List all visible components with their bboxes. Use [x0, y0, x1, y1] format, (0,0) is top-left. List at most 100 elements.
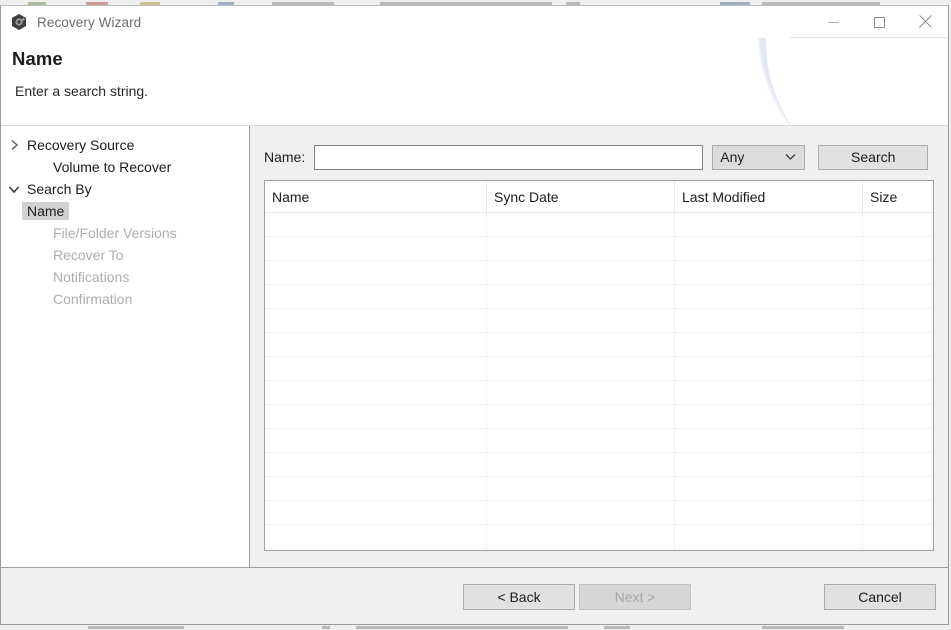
table-row[interactable]	[265, 381, 933, 405]
table-cell	[265, 357, 487, 380]
table-body[interactable]	[265, 213, 933, 549]
table-cell	[675, 381, 863, 404]
table-cell	[675, 477, 863, 500]
table-cell	[487, 525, 675, 548]
table-cell	[863, 213, 933, 236]
sidebar-item-file-folder-versions: File/Folder Versions	[1, 222, 249, 244]
table-cell	[675, 261, 863, 284]
close-icon[interactable]	[902, 6, 948, 38]
table-cell	[265, 405, 487, 428]
table-row[interactable]	[265, 525, 933, 549]
chevron-right-icon[interactable]	[1, 139, 27, 151]
table-cell	[675, 429, 863, 452]
table-row[interactable]	[265, 501, 933, 525]
table-cell	[487, 213, 675, 236]
wizard-body: Recovery SourceVolume to RecoverSearch B…	[1, 126, 948, 567]
table-cell	[487, 261, 675, 284]
table-row[interactable]	[265, 453, 933, 477]
table-row[interactable]	[265, 309, 933, 333]
table-cell	[675, 501, 863, 524]
table-cell	[265, 453, 487, 476]
table-cell	[675, 213, 863, 236]
table-cell	[487, 501, 675, 524]
table-cell	[265, 285, 487, 308]
table-cell	[487, 405, 675, 428]
table-cell	[863, 429, 933, 452]
table-row[interactable]	[265, 285, 933, 309]
recovery-wizard-window: Recovery Wizard Name Enter a search stri…	[0, 5, 949, 625]
sidebar-item-label: Confirmation	[27, 291, 132, 307]
table-cell	[675, 285, 863, 308]
table-row[interactable]	[265, 477, 933, 501]
table-cell	[863, 309, 933, 332]
sidebar-item-label: File/Folder Versions	[27, 225, 177, 241]
search-results-table[interactable]: NameSync DateLast ModifiedSize	[264, 180, 934, 551]
table-cell	[863, 453, 933, 476]
table-row[interactable]	[265, 429, 933, 453]
table-cell	[265, 237, 487, 260]
search-button[interactable]: Search	[818, 145, 928, 170]
sidebar-item-label: Notifications	[27, 269, 129, 285]
table-row[interactable]	[265, 213, 933, 237]
wizard-header: Name Enter a search string.	[1, 38, 948, 126]
table-cell	[863, 333, 933, 356]
table-cell	[487, 309, 675, 332]
window-title-bar[interactable]: Recovery Wizard	[1, 6, 948, 38]
table-cell	[265, 381, 487, 404]
sidebar-item-name[interactable]: Name	[1, 200, 249, 222]
table-cell	[863, 357, 933, 380]
sidebar-item-recovery-source[interactable]: Recovery Source	[1, 134, 249, 156]
table-row[interactable]	[265, 237, 933, 261]
table-row[interactable]	[265, 261, 933, 285]
search-filter-dropdown[interactable]: Any	[712, 145, 805, 170]
table-cell	[487, 453, 675, 476]
table-cell	[863, 261, 933, 284]
search-label: Name:	[264, 149, 305, 165]
table-cell	[265, 525, 487, 548]
table-cell	[863, 381, 933, 404]
maximize-icon[interactable]	[856, 6, 902, 38]
table-cell	[487, 357, 675, 380]
table-cell	[863, 237, 933, 260]
chevron-down-icon	[785, 153, 796, 161]
wizard-footer: < Back Next > Cancel	[1, 567, 948, 624]
sidebar-item-volume-to-recover[interactable]: Volume to Recover	[1, 156, 249, 178]
column-header-size[interactable]: Size	[863, 181, 933, 212]
window-title: Recovery Wizard	[37, 15, 141, 30]
table-cell	[487, 285, 675, 308]
table-cell	[675, 405, 863, 428]
table-row[interactable]	[265, 405, 933, 429]
table-cell	[265, 213, 487, 236]
table-cell	[675, 357, 863, 380]
table-cell	[863, 477, 933, 500]
table-cell	[675, 453, 863, 476]
table-header-row: NameSync DateLast ModifiedSize	[265, 181, 933, 213]
sidebar-item-label: Recover To	[27, 247, 124, 263]
back-button[interactable]: < Back	[463, 584, 575, 610]
hexagon-app-icon	[10, 13, 28, 31]
column-header-sync-date[interactable]: Sync Date	[487, 181, 675, 212]
table-cell	[675, 237, 863, 260]
sidebar-item-confirmation: Confirmation	[1, 288, 249, 310]
column-header-last-modified[interactable]: Last Modified	[675, 181, 863, 212]
sidebar-item-search-by[interactable]: Search By	[1, 178, 249, 200]
table-cell	[265, 429, 487, 452]
table-row[interactable]	[265, 333, 933, 357]
table-cell	[675, 333, 863, 356]
search-filter-value: Any	[720, 149, 744, 165]
cancel-button[interactable]: Cancel	[824, 584, 936, 610]
search-input[interactable]	[314, 145, 703, 170]
minimize-icon[interactable]	[810, 6, 856, 38]
chevron-down-icon[interactable]	[1, 185, 27, 194]
table-cell	[863, 285, 933, 308]
page-title: Name	[12, 48, 63, 70]
table-cell	[265, 261, 487, 284]
table-cell	[487, 333, 675, 356]
column-header-name[interactable]: Name	[265, 181, 487, 212]
next-button[interactable]: Next >	[579, 584, 691, 610]
table-cell	[863, 405, 933, 428]
table-row[interactable]	[265, 357, 933, 381]
table-cell	[487, 381, 675, 404]
wizard-step-nav: Recovery SourceVolume to RecoverSearch B…	[1, 126, 250, 567]
table-cell	[265, 501, 487, 524]
